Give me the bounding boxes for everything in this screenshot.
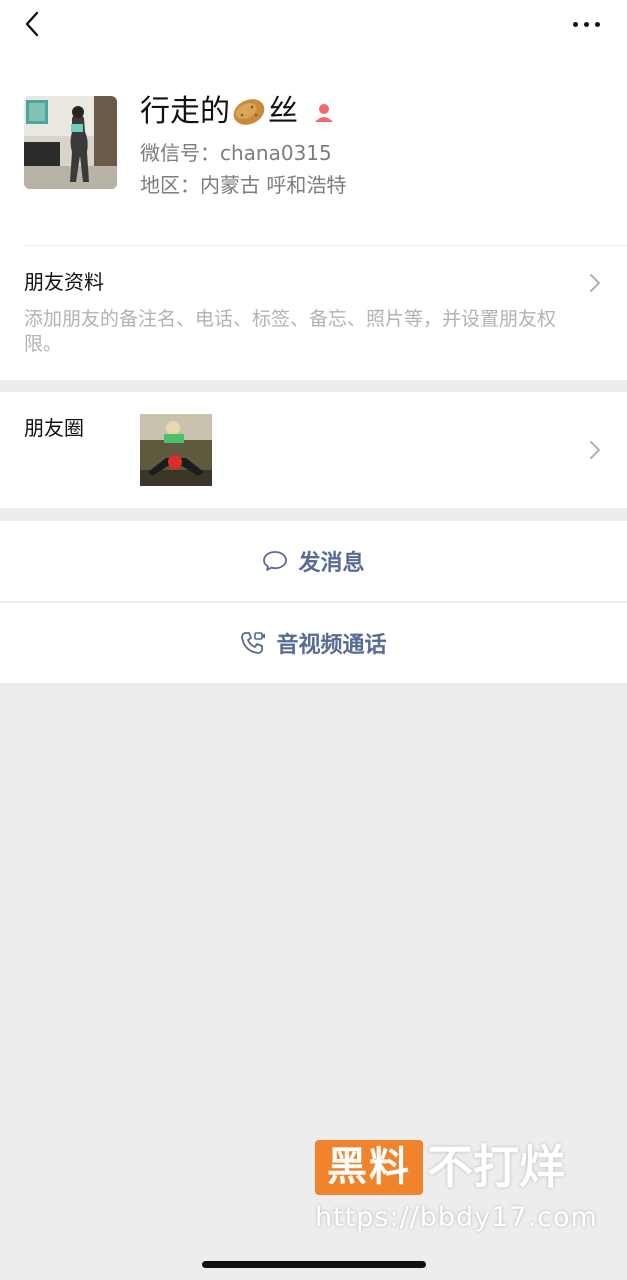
video-call-label: 音视频通话 [276,633,387,658]
watermark-logo: 黑料 [315,1140,423,1195]
moments-row[interactable]: 朋友圈 [0,392,627,508]
moments-thumbnail[interactable] [140,414,212,486]
back-chevron-icon[interactable] [18,8,50,40]
watermark-text: 不打烊 [427,1140,565,1194]
video-call-icon [241,632,266,654]
profile-header: 行走的 丝 微信号：chana0315 地区：内蒙古 呼和浩特 朋友资料 添加朋… [0,0,627,380]
watermark-url: https://bbdy17.com [315,1202,598,1233]
name-text-part1: 行走的 [140,94,230,129]
send-message-label: 发消息 [298,551,365,576]
more-dots-icon[interactable] [566,10,606,38]
display-name: 行走的 丝 [140,92,336,132]
video-call-button[interactable]: 音视频通话 [0,603,627,683]
divider [24,245,627,246]
region: 地区：内蒙古 呼和浩特 [140,173,347,197]
friend-profile-title[interactable]: 朋友资料 [24,268,104,296]
chat-bubble-icon [263,551,288,571]
wechat-id: 微信号：chana0315 [140,141,332,165]
chevron-right-icon[interactable] [588,272,602,294]
name-text-part2: 丝 [268,94,298,129]
chevron-right-icon [590,441,600,459]
send-message-button[interactable]: 发消息 [0,521,627,601]
home-indicator[interactable] [202,1261,426,1268]
avatar[interactable] [24,96,117,189]
female-icon [315,104,333,122]
potato-emoji-icon [233,99,265,125]
watermark: 黑料 不打烊 https://bbdy17.com [315,1140,605,1240]
friend-profile-description: 添加朋友的备注名、电话、标签、备忘、照片等，并设置朋友权限。 [24,308,557,355]
moments-title: 朋友圈 [24,416,84,440]
